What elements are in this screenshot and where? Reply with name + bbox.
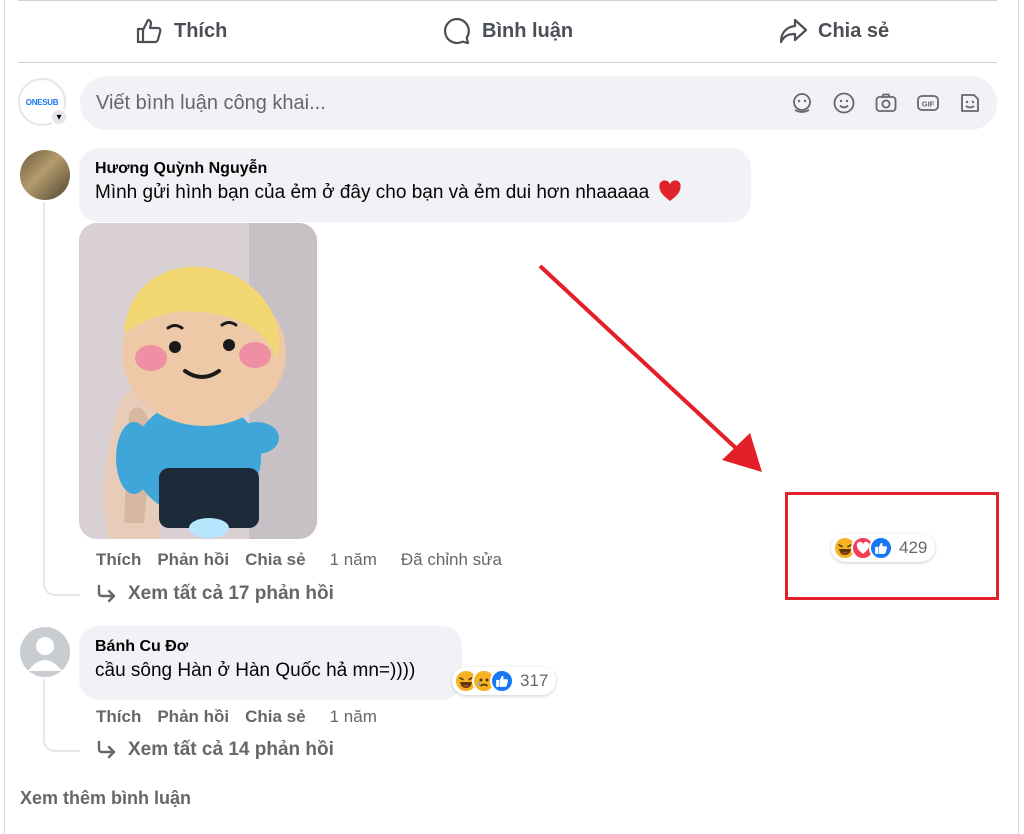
emoji-icon[interactable] [831, 90, 857, 116]
reaction-summary[interactable]: 317 [452, 667, 557, 695]
like-action-label: Thích [174, 19, 228, 42]
commenter-avatar[interactable] [20, 150, 70, 200]
view-replies-label: Xem tất cả 17 phản hồi [128, 583, 334, 604]
default-user-icon [28, 637, 62, 671]
like-reaction-icon [490, 669, 514, 693]
comment-text: Mình gửi hình bạn của ẻm ở đây cho bạn v… [95, 180, 735, 206]
avatar-logo-text: ONESUB [25, 97, 59, 107]
comment-like-link[interactable]: Thích [96, 550, 141, 570]
comment-actions: Thích Phản hồi Chia sẻ 1 năm Đã chỉnh sử… [96, 548, 502, 572]
comment-text: cầu sông Hàn ở Hàn Quốc hả mn=)))) [95, 660, 416, 681]
comment-action-label: Bình luận [482, 19, 574, 42]
comment-bubble: Bánh Cu Đơ cầu sông Hàn ở Hàn Quốc hả mn… [79, 626, 462, 700]
frame-border-left [4, 0, 5, 834]
share-arrow-icon [779, 18, 808, 44]
view-more-comments-link[interactable]: Xem thêm bình luận [20, 788, 191, 809]
comment-author[interactable]: Hương Quỳnh Nguyễn [95, 158, 735, 180]
sticker-icon[interactable] [957, 90, 983, 116]
reaction-count: 317 [520, 671, 549, 690]
comment-timestamp[interactable]: 1 năm [330, 550, 377, 570]
chevron-down-icon[interactable]: ▾ [50, 108, 68, 126]
frame-border-top [18, 0, 997, 1]
comment-actions: Thích Phản hồi Chia sẻ 1 năm [96, 705, 377, 729]
view-replies-link[interactable]: Xem tất cả 17 phản hồi [96, 583, 334, 605]
comment-like-link[interactable]: Thích [96, 707, 141, 727]
reply-arrow-icon [97, 584, 116, 603]
red-heart-icon [659, 180, 682, 201]
gif-icon[interactable]: GIF [915, 90, 941, 116]
highlight-box-annotation [785, 492, 999, 600]
comment-input[interactable] [96, 91, 756, 115]
comment-author[interactable]: Bánh Cu Đơ [95, 636, 446, 658]
comment-bubble-icon [444, 17, 470, 45]
camera-icon[interactable] [873, 90, 899, 116]
comment-action-button[interactable]: Bình luận [442, 12, 573, 50]
comment-text-content: Mình gửi hình bạn của ẻm ở đây cho bạn v… [95, 182, 650, 203]
reply-thread-line [43, 679, 80, 752]
comment-bubble: Hương Quỳnh Nguyễn Mình gửi hình bạn của… [79, 148, 751, 222]
comment-photo[interactable] [79, 223, 317, 539]
comment-share-link[interactable]: Chia sẻ [245, 550, 305, 570]
view-replies-link[interactable]: Xem tất cả 14 phản hồi [96, 739, 334, 761]
frame-border-right [1018, 0, 1019, 834]
reply-thread-line [43, 202, 80, 596]
like-action-button[interactable]: Thích [134, 12, 227, 50]
commenter-avatar[interactable] [20, 627, 70, 677]
comment-section: Thích Bình luận Chia sẻ ONESUB ▾ GIF [0, 0, 1024, 834]
thumbs-up-icon [136, 18, 162, 44]
comment-reply-link[interactable]: Phản hồi [157, 707, 229, 727]
share-action-label: Chia sẻ [818, 19, 890, 42]
comment-share-link[interactable]: Chia sẻ [245, 707, 305, 727]
view-replies-label: Xem tất cả 14 phản hồi [128, 739, 334, 760]
divider [18, 62, 997, 63]
comment-timestamp[interactable]: 1 năm [330, 707, 377, 727]
comment-reply-link[interactable]: Phản hồi [157, 550, 229, 570]
reply-arrow-icon [97, 740, 116, 759]
comment-composer[interactable]: GIF [80, 76, 997, 130]
share-action-button[interactable]: Chia sẻ [778, 12, 889, 50]
plush-doll-image [79, 223, 317, 539]
avatar-sticker-icon[interactable] [789, 90, 815, 116]
edited-label: Đã chỉnh sửa [400, 550, 503, 569]
svg-text:GIF: GIF [922, 100, 935, 109]
